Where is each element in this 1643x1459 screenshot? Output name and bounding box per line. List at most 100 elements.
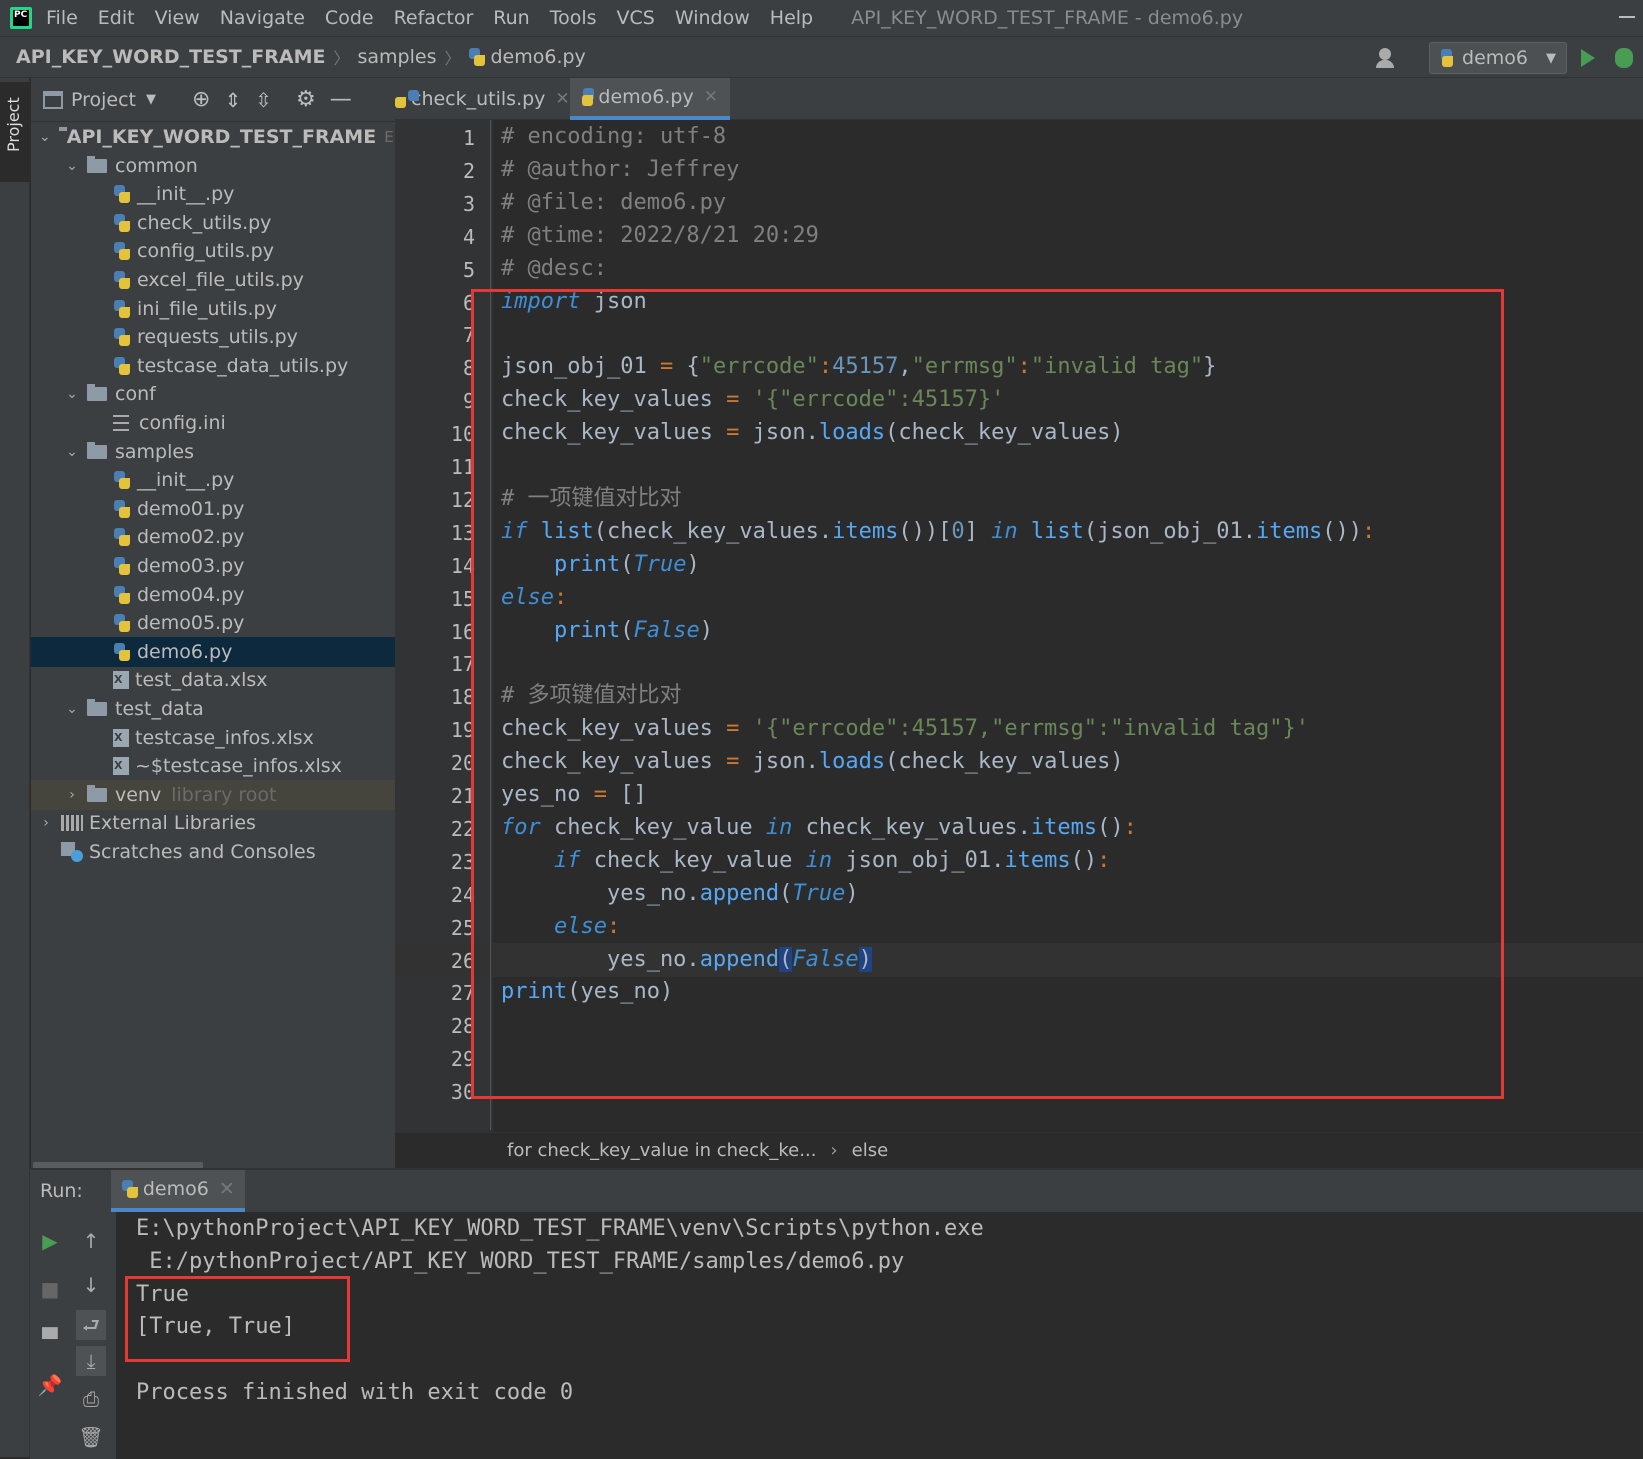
tree-item[interactable]: ini_file_utils.py	[31, 294, 395, 324]
debug-icon[interactable]	[1615, 48, 1633, 68]
menu-navigate[interactable]: Navigate	[220, 7, 305, 29]
line-number: 22	[450, 816, 475, 841]
print-icon[interactable]: ⎙	[76, 1384, 106, 1414]
tree-item[interactable]: test_data.xlsx	[31, 665, 395, 695]
line-number: 21	[450, 784, 475, 808]
code-line[interactable]: # @author: Jeffrey	[493, 153, 1643, 187]
up-arrow-icon[interactable]: ↑	[76, 1226, 106, 1256]
expand-all-icon[interactable]: ⇕	[224, 88, 241, 112]
menu-file[interactable]: File	[46, 7, 78, 29]
chevron-right-icon[interactable]: ›	[39, 815, 53, 831]
menu-edit[interactable]: Edit	[98, 7, 135, 29]
pin-icon[interactable]: 📌	[35, 1370, 65, 1400]
tree-item[interactable]: testcase_infos.xlsx	[31, 723, 395, 753]
hide-icon[interactable]: —	[330, 87, 352, 112]
menu-run[interactable]: Run	[493, 7, 529, 29]
breadcrumb-for-loop[interactable]: for check_key_value in check_ke...	[507, 1140, 816, 1161]
collapse-all-icon[interactable]: ⇳	[255, 88, 272, 112]
tree-item[interactable]: ⌄ API_KEY_WORD_TEST_FRAME E:\	[31, 122, 404, 152]
chevron-down-icon[interactable]: ⌄	[65, 386, 79, 402]
app-icon-label: PC	[14, 10, 28, 20]
tree-item[interactable]: › venv library root	[31, 779, 395, 810]
tree-item[interactable]: › External Libraries	[31, 808, 395, 838]
tree-item[interactable]: ⌄ conf	[31, 379, 395, 409]
line-number: 30	[450, 1080, 475, 1105]
breadcrumb-samples[interactable]: samples	[357, 46, 436, 68]
python-file-icon	[468, 48, 486, 66]
tab-demo6[interactable]: demo6.py ✕	[570, 78, 730, 120]
line-number: 10	[450, 422, 475, 447]
tree-item[interactable]: demo02.py	[31, 522, 395, 552]
tree-item[interactable]: requests_utils.py	[31, 322, 395, 352]
python-file-icon	[113, 271, 131, 289]
tree-item[interactable]: Scratches and Consoles	[31, 837, 395, 867]
tree-item[interactable]: __init__.py	[31, 465, 395, 495]
trash-icon[interactable]: 🗑	[76, 1422, 106, 1452]
highlight-box-code	[471, 289, 1504, 1099]
tree-item[interactable]: ~$testcase_infos.xlsx	[31, 751, 395, 781]
tree-item[interactable]: ⌄ samples	[31, 437, 395, 467]
close-icon[interactable]: ✕	[219, 1178, 235, 1200]
menu-refactor[interactable]: Refactor	[394, 7, 474, 29]
breadcrumb-file[interactable]: demo6.py	[490, 46, 585, 68]
line-number: 27	[450, 981, 475, 1006]
chevron-down-icon[interactable]: ⌄	[65, 158, 79, 174]
run-icon[interactable]	[1581, 49, 1595, 67]
code-line[interactable]: # @file: demo6.py	[493, 186, 1643, 220]
tab-check-utils[interactable]: check_utils.py ✕	[395, 78, 570, 120]
rerun-icon[interactable]: ▶	[35, 1226, 65, 1256]
tree-item[interactable]: demo03.py	[31, 551, 395, 581]
tree-item[interactable]: check_utils.py	[31, 208, 395, 238]
line-number: 28	[450, 1014, 475, 1039]
menu-window[interactable]: Window	[675, 7, 750, 29]
menu-view[interactable]: View	[155, 7, 200, 29]
line-number: 25	[450, 915, 475, 940]
tree-item-label: demo02.py	[137, 526, 245, 549]
tree-item[interactable]: demo05.py	[31, 608, 395, 638]
layout-icon[interactable]: ▀	[35, 1324, 65, 1354]
tree-item[interactable]: config_utils.py	[31, 236, 395, 266]
project-view-select[interactable]: Project	[71, 89, 136, 111]
menu-help[interactable]: Help	[770, 7, 813, 29]
down-arrow-icon[interactable]: ↓	[76, 1270, 106, 1300]
chevron-down-icon[interactable]: ⌄	[39, 129, 51, 145]
gear-icon[interactable]: ⚙	[296, 87, 316, 112]
tree-item[interactable]: ⌄ common	[31, 151, 395, 181]
scroll-to-end-icon[interactable]: ⤓	[76, 1346, 106, 1376]
tree-item[interactable]: demo6.py	[31, 636, 395, 667]
tree-item[interactable]: testcase_data_utils.py	[31, 351, 395, 381]
close-icon[interactable]: ✕	[555, 89, 569, 109]
menu-vcs[interactable]: VCS	[617, 7, 655, 29]
minimize-icon[interactable]	[1619, 16, 1635, 18]
chevron-down-icon[interactable]: ⌄	[65, 701, 79, 717]
code-token: # encoding: utf-8	[501, 124, 727, 149]
tree-item[interactable]: __init__.py	[31, 179, 395, 209]
menu-tools[interactable]: Tools	[550, 7, 597, 29]
user-icon[interactable]	[1373, 44, 1413, 72]
code-line[interactable]: # @time: 2022/8/21 20:29	[493, 219, 1643, 253]
chevron-down-icon[interactable]: ▼	[146, 92, 156, 107]
menu-code[interactable]: Code	[325, 7, 374, 29]
chevron-right-icon[interactable]: ›	[65, 787, 79, 803]
line-number: 17	[450, 652, 475, 677]
line-number: 5	[462, 257, 475, 282]
tree-item[interactable]: ⌄ test_data	[31, 694, 395, 724]
chevron-down-icon[interactable]: ⌄	[65, 444, 79, 460]
code-line[interactable]: # @desc:	[493, 252, 1643, 286]
locate-icon[interactable]: ⊕	[192, 87, 210, 112]
run-tab-demo6[interactable]: demo6 ✕	[110, 1170, 245, 1212]
stop-icon[interactable]: ■	[35, 1274, 65, 1304]
tree-item-label: External Libraries	[89, 812, 256, 835]
code-line[interactable]: # encoding: utf-8	[493, 120, 1643, 154]
tree-item[interactable]: excel_file_utils.py	[31, 265, 395, 295]
breadcrumb-else[interactable]: else	[852, 1140, 889, 1161]
line-number: 4	[462, 224, 475, 249]
tree-item[interactable]: demo04.py	[31, 580, 395, 610]
breadcrumb-project[interactable]: API_KEY_WORD_TEST_FRAME	[16, 46, 325, 68]
close-icon[interactable]: ✕	[704, 87, 718, 107]
soft-wrap-icon[interactable]: ⮐	[76, 1310, 106, 1340]
run-config-select[interactable]: demo6 ▼	[1429, 42, 1567, 74]
tree-item[interactable]: demo01.py	[31, 494, 395, 524]
project-tool-tab[interactable]: Project	[0, 82, 30, 182]
tree-item[interactable]: config.ini	[31, 408, 395, 438]
